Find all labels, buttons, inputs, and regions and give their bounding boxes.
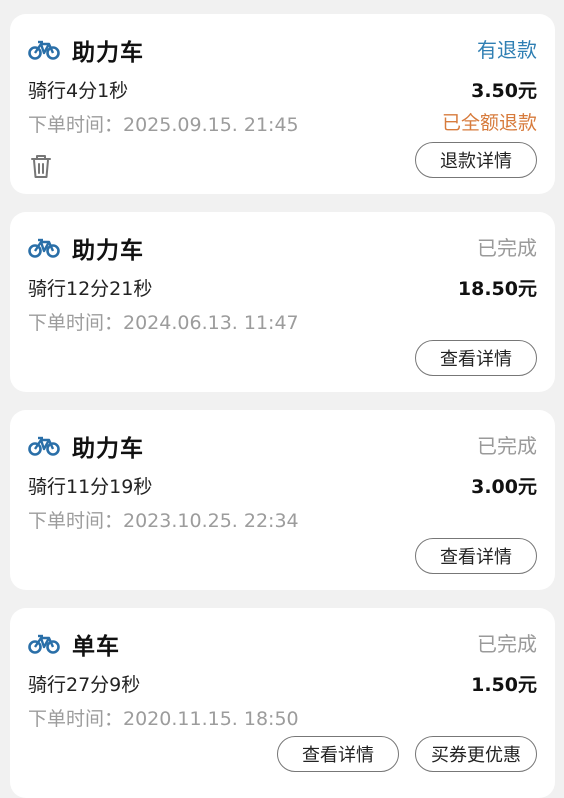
ride-duration: 骑行27分9秒 xyxy=(28,674,141,696)
order-time: 下单时间：2020.11.15. 18:50 xyxy=(28,708,299,730)
order-card[interactable]: 助力车 已完成 骑行11分19秒 3.00元 下单时间：2023.10.25. … xyxy=(10,410,555,590)
order-card[interactable]: 单车 已完成 骑行27分9秒 1.50元 下单时间：2020.11.15. 18… xyxy=(10,608,555,798)
ride-duration: 骑行11分19秒 xyxy=(28,476,153,498)
order-time: 下单时间：2025.09.15. 21:45 xyxy=(28,114,299,136)
refund-status: 已全额退款 xyxy=(441,112,537,134)
order-card[interactable]: 助力车 已完成 骑行12分21秒 18.50元 下单时间：2024.06.13.… xyxy=(10,212,555,392)
view-details-button[interactable]: 查看详情 xyxy=(277,736,399,772)
view-details-button[interactable]: 查看详情 xyxy=(415,340,537,376)
order-amount: 3.50元 xyxy=(471,80,537,102)
buy-coupon-button[interactable]: 买券更优惠 xyxy=(415,736,537,772)
ride-duration: 骑行12分21秒 xyxy=(28,278,153,300)
order-amount: 1.50元 xyxy=(471,674,537,696)
order-amount: 3.00元 xyxy=(471,476,537,498)
view-details-button[interactable]: 查看详情 xyxy=(415,538,537,574)
order-time: 下单时间：2023.10.25. 22:34 xyxy=(28,510,299,532)
refund-details-button[interactable]: 退款详情 xyxy=(415,142,537,178)
order-card[interactable]: 助力车 有退款 骑行4分1秒 3.50元 下单时间：2025.09.15. 21… xyxy=(10,14,555,194)
order-amount: 18.50元 xyxy=(457,278,537,300)
ride-duration: 骑行4分1秒 xyxy=(28,80,129,102)
trash-icon[interactable] xyxy=(28,152,54,180)
order-time: 下单时间：2024.06.13. 11:47 xyxy=(28,312,299,334)
